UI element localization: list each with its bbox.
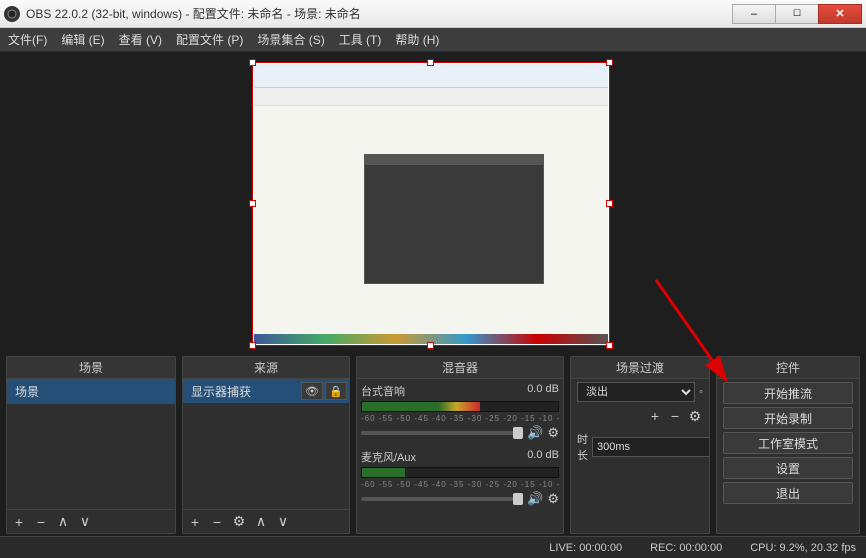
window-title: OBS 22.0.2 (32-bit, windows) - 配置文件: 未命名… [26,5,733,22]
mixer-channel: 台式音响 0.0 dB -60 -55 -50 -45 -40 -35 -30 … [357,379,563,445]
volume-slider[interactable] [361,431,523,435]
start-streaming-button[interactable]: 开始推流 [723,382,853,404]
resize-handle[interactable] [606,342,613,349]
duration-input[interactable] [592,437,709,457]
source-settings-button[interactable]: ⚙ [231,513,247,530]
obs-logo-icon [4,6,20,22]
menu-tools[interactable]: 工具 (T) [339,31,382,48]
transition-add-button[interactable]: + [647,408,663,425]
window-titlebar: OBS 22.0.2 (32-bit, windows) - 配置文件: 未命名… [0,0,866,28]
menu-edit[interactable]: 编辑 (E) [61,31,104,48]
menu-help[interactable]: 帮助 (H) [395,31,439,48]
bottom-panels: 场景 场景 + − ∧ ∨ 来源 显示器捕获 👁 🔒 + − ⚙ ∧ ∨ [0,356,866,534]
transition-settings-button[interactable]: ⚙ [687,408,703,425]
status-rec: REC: 00:00:00 [650,542,722,554]
mixer-channel: 麦克风/Aux 0.0 dB -60 -55 -50 -45 -40 -35 -… [357,445,563,511]
channel-name: 台式音响 [361,383,405,399]
transitions-panel: 场景过渡 淡出 ◦ + − ⚙ 时长 ◦ [570,356,710,534]
resize-handle[interactable] [606,59,613,66]
controls-panel: 控件 开始推流 开始录制 工作室模式 设置 退出 [716,356,860,534]
menu-profile[interactable]: 配置文件 (P) [176,31,243,48]
source-visibility-toggle[interactable]: 👁 [301,382,323,400]
channel-settings-icon[interactable]: ⚙ [547,491,559,507]
status-live: LIVE: 00:00:00 [549,542,622,554]
vu-meter [361,467,559,478]
speaker-icon[interactable]: 🔊 [527,425,543,441]
speaker-icon[interactable]: 🔊 [527,491,543,507]
source-lock-toggle[interactable]: 🔒 [325,382,347,400]
exit-button[interactable]: 退出 [723,482,853,504]
mixer-panel: 混音器 台式音响 0.0 dB -60 -55 -50 -45 -40 -35 … [356,356,564,534]
source-up-button[interactable]: ∧ [253,513,269,530]
vu-scale: -60 -55 -50 -45 -40 -35 -30 -25 -20 -15 … [361,414,559,423]
channel-name: 麦克风/Aux [361,449,416,465]
scenes-panel: 场景 场景 + − ∧ ∨ [6,356,176,534]
source-add-button[interactable]: + [187,514,203,530]
transition-remove-button[interactable]: − [667,408,683,425]
transitions-header: 场景过渡 [571,357,709,379]
vu-meter [361,401,559,412]
controls-header: 控件 [717,357,859,379]
preview-source-bounds[interactable] [252,62,610,346]
menubar: 文件(F) 编辑 (E) 查看 (V) 配置文件 (P) 场景集合 (S) 工具… [0,28,866,52]
source-label: 显示器捕获 [191,383,299,400]
menu-scene-collection[interactable]: 场景集合 (S) [257,31,324,48]
resize-handle[interactable] [249,342,256,349]
source-remove-button[interactable]: − [209,514,225,530]
transition-spinner-icon[interactable]: ◦ [699,386,703,398]
studio-mode-button[interactable]: 工作室模式 [723,432,853,454]
scenes-header: 场景 [7,357,175,379]
menu-file[interactable]: 文件(F) [8,31,47,48]
channel-db: 0.0 dB [527,383,559,399]
channel-settings-icon[interactable]: ⚙ [547,425,559,441]
sources-panel: 来源 显示器捕获 👁 🔒 + − ⚙ ∧ ∨ [182,356,350,534]
mixer-header: 混音器 [357,357,563,379]
scene-add-button[interactable]: + [11,514,27,530]
preview-content [254,64,608,344]
sources-header: 来源 [183,357,349,379]
duration-label: 时长 [577,431,588,463]
preview-area[interactable] [0,52,866,356]
resize-handle[interactable] [249,59,256,66]
resize-handle[interactable] [427,59,434,66]
scene-item[interactable]: 场景 [7,379,175,404]
transition-select[interactable]: 淡出 [577,382,695,402]
resize-handle[interactable] [249,200,256,207]
window-close-button[interactable] [818,4,862,24]
resize-handle[interactable] [606,200,613,207]
window-maximize-button[interactable] [775,4,819,24]
scene-down-button[interactable]: ∨ [77,513,93,530]
status-cpu: CPU: 9.2%, 20.32 fps [750,542,856,554]
volume-slider[interactable] [361,497,523,501]
scene-up-button[interactable]: ∧ [55,513,71,530]
statusbar: LIVE: 00:00:00 REC: 00:00:00 CPU: 9.2%, … [0,536,866,558]
window-minimize-button[interactable] [732,4,776,24]
source-item[interactable]: 显示器捕获 👁 🔒 [183,379,349,403]
start-recording-button[interactable]: 开始录制 [723,407,853,429]
resize-handle[interactable] [427,342,434,349]
menu-view[interactable]: 查看 (V) [119,31,162,48]
settings-button[interactable]: 设置 [723,457,853,479]
vu-scale: -60 -55 -50 -45 -40 -35 -30 -25 -20 -15 … [361,480,559,489]
scene-remove-button[interactable]: − [33,514,49,530]
channel-db: 0.0 dB [527,449,559,465]
source-down-button[interactable]: ∨ [275,513,291,530]
